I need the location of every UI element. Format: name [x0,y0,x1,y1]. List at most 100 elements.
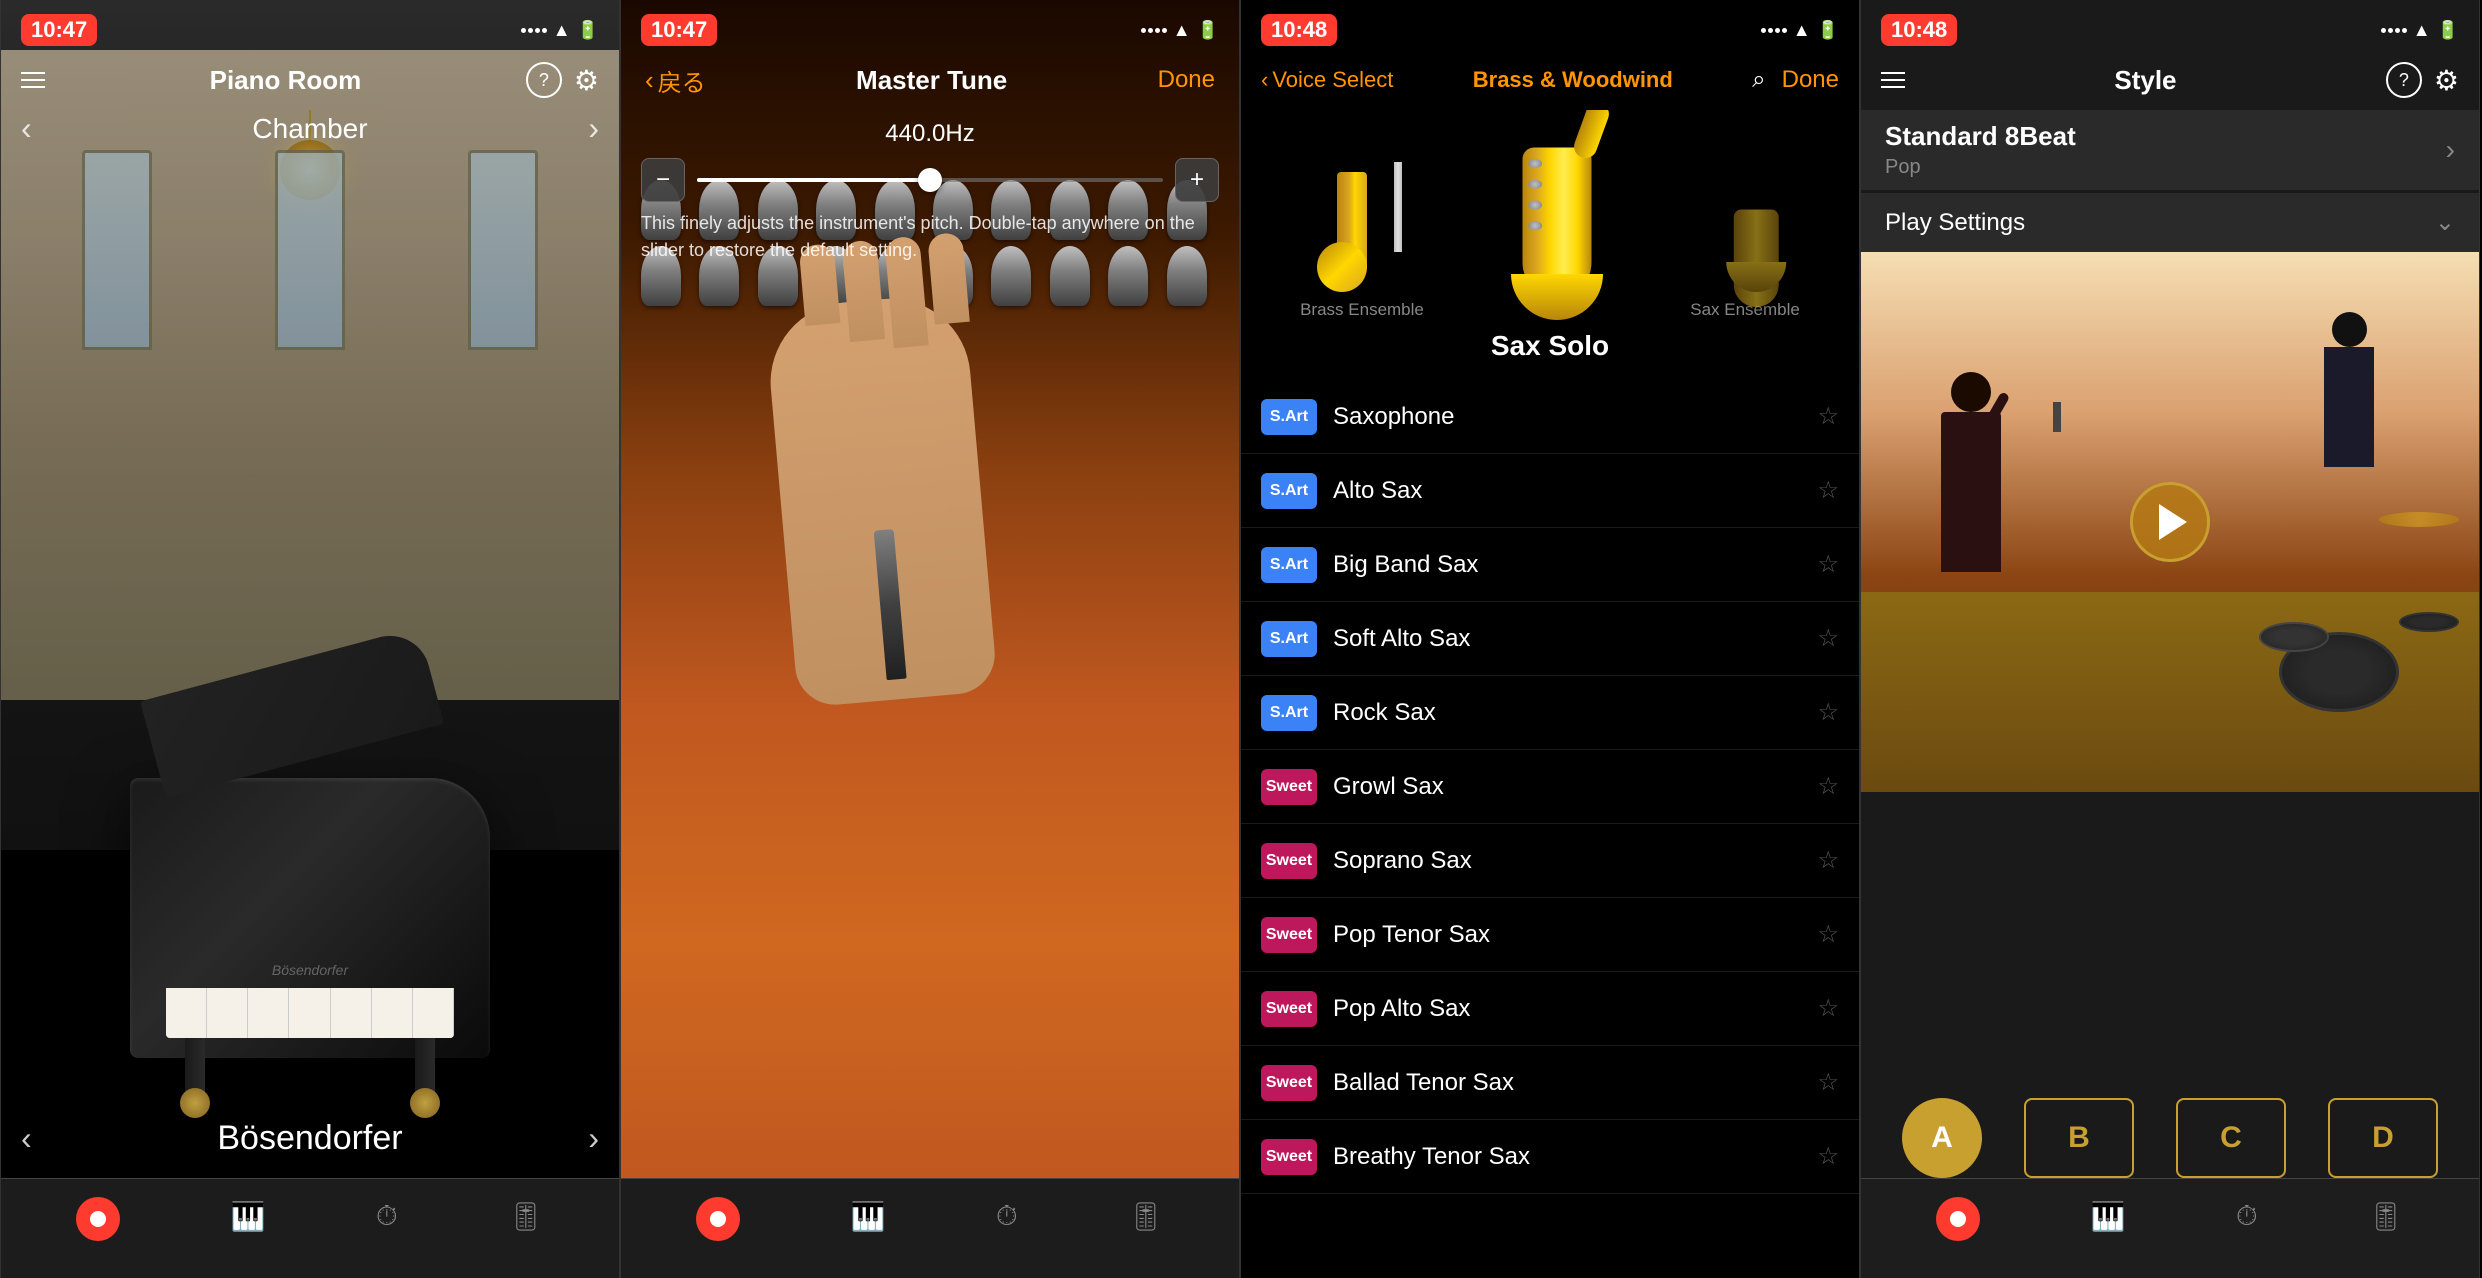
mixer-button[interactable]: 🎚 [508,1200,544,1237]
menu-button-4[interactable] [1881,72,1905,88]
wifi-icon-3: ▲ [1793,20,1811,41]
favorite-button[interactable]: ☆ [1817,698,1839,727]
voice-button-4[interactable]: 🎹 [2091,1200,2126,1237]
prev-room-button[interactable]: ‹ [21,110,32,147]
signal-dots-3 [1761,28,1787,33]
voice-button-2[interactable]: 🎹 [851,1200,886,1237]
help-button-4[interactable]: ? [2386,62,2422,98]
sax-key [1528,180,1542,189]
phone-voice-select: 10:48 ▲ 🔋 ‹ Voice Select Brass & Woodwin… [1240,0,1860,1278]
metronome-button-4[interactable]: ⏱ [2236,1200,2258,1237]
menu-button[interactable] [21,72,45,88]
tune-increase-button[interactable]: + [1175,158,1219,202]
voice-name: Rock Sax [1333,699,1817,727]
style-page-title: Style [2114,65,2176,96]
metronome-button[interactable]: ⏱ [376,1200,398,1237]
metronome-button-2[interactable]: ⏱ [996,1200,1018,1237]
favorite-button[interactable]: ☆ [1817,624,1839,653]
favorite-button[interactable]: ☆ [1817,846,1839,875]
favorite-button[interactable]: ☆ [1817,1142,1839,1171]
tune-slider-area: − + [641,155,1219,205]
voice-item-rock-sax[interactable]: S.Art Rock Sax ☆ [1241,676,1859,750]
style-part-a-button[interactable]: A [1902,1098,1982,1178]
settings-button-4[interactable]: ⚙ [2434,64,2459,97]
play-settings-row[interactable]: Play Settings ⌄ [1861,192,2479,252]
search-button[interactable]: ⌕ [1752,66,1765,94]
settings-button[interactable]: ⚙ [574,64,599,97]
voice-select-icon: 🎹 [231,1200,266,1233]
favorite-button[interactable]: ☆ [1817,1068,1839,1097]
voice-list: S.Art Saxophone ☆ S.Art Alto Sax ☆ S.Art… [1241,380,1859,1278]
prev-piano-button[interactable]: ‹ [21,1120,32,1157]
voice-name: Breathy Tenor Sax [1333,1143,1817,1171]
voice-item-growl-sax[interactable]: Sweet Growl Sax ☆ [1241,750,1859,824]
next-room-button[interactable]: › [588,110,599,147]
trombone-slide [1394,162,1402,252]
help-button[interactable]: ? [526,62,562,98]
voice-item-saxophone[interactable]: S.Art Saxophone ☆ [1241,380,1859,454]
piano-key [207,988,248,1038]
trombone-bell [1317,242,1367,292]
voice-badge-sart-3: S.Art [1261,547,1317,583]
hz-display: 440.0Hz [621,120,1239,148]
part-a-label: A [1931,1121,1953,1155]
bottom-toolbar-2: 🎹 ⏱ 🎚 [621,1178,1239,1278]
voice-item-ballad-tenor-sax[interactable]: Sweet Ballad Tenor Sax ☆ [1241,1046,1859,1120]
style-part-c-button[interactable]: C [2176,1098,2286,1178]
next-piano-button[interactable]: › [588,1120,599,1157]
battery-icon-4: 🔋 [2437,20,2459,41]
tune-slider-thumb[interactable] [918,168,942,192]
favorite-button[interactable]: ☆ [1817,994,1839,1023]
record-button[interactable] [76,1197,120,1241]
sax-solo-image [1494,136,1621,320]
play-settings-chevron-icon: ⌄ [2435,208,2455,237]
voice-item-big-band-sax[interactable]: S.Art Big Band Sax ☆ [1241,528,1859,602]
instrument-carousel: Brass Ensemble Sax Ensemble [1241,110,1859,330]
favorite-button[interactable]: ☆ [1817,550,1839,579]
voice-item-breathy-tenor-sax[interactable]: Sweet Breathy Tenor Sax ☆ [1241,1120,1859,1194]
style-name: Standard 8Beat [1885,121,2076,152]
play-button[interactable] [2130,482,2210,562]
instrument-sax-solo[interactable] [1494,136,1621,320]
voice-done-button[interactable]: Done [1782,66,1839,94]
voice-item-soprano-sax[interactable]: Sweet Soprano Sax ☆ [1241,824,1859,898]
favorite-button[interactable]: ☆ [1817,402,1839,431]
hz-value: 440.0Hz [885,120,974,147]
record-button-4[interactable] [1936,1197,1980,1241]
back-button[interactable]: ‹ 戻る [645,63,706,98]
room-navigation: ‹ Chamber › [1,110,619,147]
tuning-tool [874,529,907,680]
microphone [2053,402,2061,432]
tune-description-text: This finely adjusts the instrument's pit… [641,213,1195,260]
instrument-sax-ensemble[interactable]: Sax Ensemble [1690,172,1800,320]
mixer-button-2[interactable]: 🎚 [1128,1200,1164,1237]
instrument-brass-ensemble[interactable]: Brass Ensemble [1300,162,1424,320]
style-item-row[interactable]: Standard 8Beat Pop › [1861,110,2479,190]
voice-item-soft-alto-sax[interactable]: S.Art Soft Alto Sax ☆ [1241,602,1859,676]
voice-back-button[interactable]: ‹ Voice Select [1261,67,1393,93]
page-title: Piano Room [210,65,362,96]
voice-select-button[interactable]: 🎹 [231,1200,266,1237]
style-part-b-button[interactable]: B [2024,1098,2134,1178]
part-d-label: D [2372,1121,2394,1155]
tune-decrease-button[interactable]: − [641,158,685,202]
piano-key [331,988,372,1038]
signal-dot [542,28,547,33]
favorite-button[interactable]: ☆ [1817,772,1839,801]
piano-body: Bösendorfer [130,778,490,1058]
tune-slider-track[interactable] [697,178,1163,182]
voice-item-pop-tenor-sax[interactable]: Sweet Pop Tenor Sax ☆ [1241,898,1859,972]
favorite-button[interactable]: ☆ [1817,476,1839,505]
question-icon: ? [539,70,549,91]
voice-item-alto-sax[interactable]: S.Art Alto Sax ☆ [1241,454,1859,528]
record-button-2[interactable] [696,1197,740,1241]
singer-figure [1921,372,2021,692]
done-button[interactable]: Done [1158,66,1215,94]
voice-name: Saxophone [1333,403,1817,431]
voice-item-pop-alto-sax[interactable]: Sweet Pop Alto Sax ☆ [1241,972,1859,1046]
style-part-d-button[interactable]: D [2328,1098,2438,1178]
mixer-button-4[interactable]: 🎚 [2368,1200,2404,1237]
metronome-icon-4: ⏱ [2236,1200,2258,1233]
favorite-button[interactable]: ☆ [1817,920,1839,949]
voice-name: Big Band Sax [1333,551,1817,579]
